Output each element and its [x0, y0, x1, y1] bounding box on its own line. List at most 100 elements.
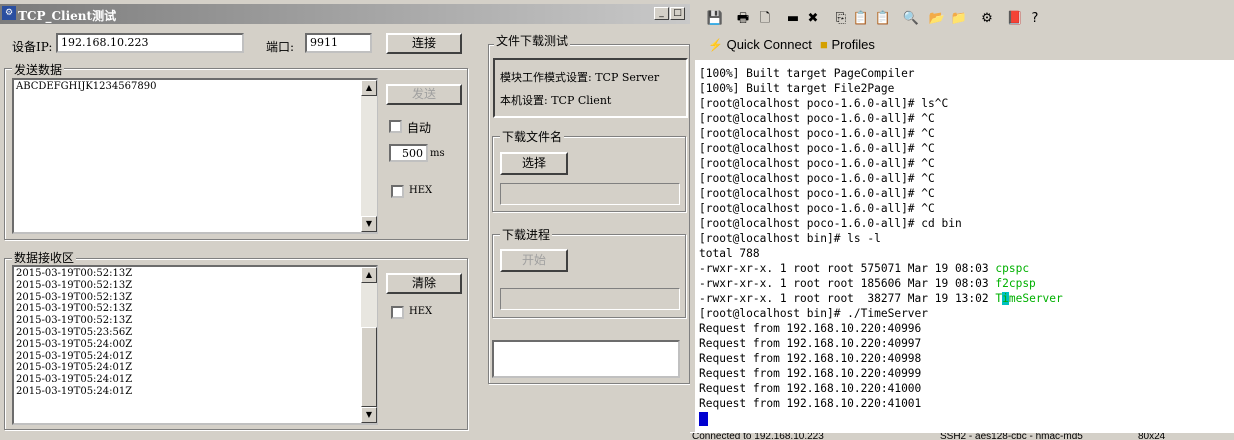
select-file-button[interactable]: 选择 — [500, 152, 568, 175]
send-data-text: ABCDEFGHIJK1234567890 — [16, 81, 157, 92]
receive-hex-label: HEX — [409, 306, 433, 317]
title-bar[interactable]: ⚙ TCP_Client测试 _ □ — [0, 4, 690, 24]
terminal-line: [root@localhost poco-1.6.0-all]# cd bin — [699, 217, 962, 230]
ls-row-filename: cpspc — [995, 262, 1030, 275]
toolbar: 💾 🖶 🗋 ▬ ✖ ⎘ 📋 📋 🔍 📂 📁 ⚙ 📕 ? — [698, 6, 1234, 32]
port-label: 端口: — [266, 40, 295, 54]
ls-row-attributes: -rwxr-xr-x. 1 root root 575071 Mar 19 08… — [699, 262, 996, 275]
save-icon[interactable]: 💾 — [706, 10, 724, 28]
terminal-line: [root@localhost poco-1.6.0-all]# ^C — [699, 172, 935, 185]
ls-row-filename: f2cpsp — [995, 277, 1036, 290]
receive-group-title: 数据接收区 — [12, 249, 77, 266]
terminal-line: [root@localhost poco-1.6.0-all]# ^C — [699, 142, 935, 155]
quick-connect-bar: ⚡ Quick Connect ■ Profiles — [698, 34, 1234, 58]
minimize-button[interactable]: _ — [654, 7, 669, 20]
terminal-line: total 788 — [699, 247, 760, 260]
send-hex-label: HEX — [409, 185, 433, 196]
settings-box — [493, 58, 688, 118]
maximize-button[interactable]: □ — [670, 7, 685, 20]
status-box — [492, 340, 680, 378]
terminal-line: [root@localhost poco-1.6.0-all]# ^C — [699, 187, 935, 200]
device-ip-label: 设备IP: — [12, 40, 53, 54]
terminal-line: [root@localhost poco-1.6.0-all]# ^C — [699, 157, 935, 170]
send-group-title: 发送数据 — [12, 61, 65, 78]
keymap-icon[interactable]: 📕 — [1006, 10, 1024, 28]
reconnect-icon[interactable]: ✖ — [804, 10, 822, 28]
terminal-cursor — [699, 412, 708, 426]
securecrt-window: 💾 🖶 🗋 ▬ ✖ ⎘ 📋 📋 🔍 📂 📁 ⚙ 📕 ? ⚡ Quick Conn… — [690, 0, 1234, 440]
terminal-options-icon[interactable]: 📁 — [950, 10, 968, 28]
scroll-thumb[interactable] — [361, 327, 377, 407]
terminal-line: [100%] Built target PageCompiler — [699, 67, 915, 80]
find-icon[interactable]: 🔍 — [902, 10, 920, 28]
terminal-line: [root@localhost bin]# ./TimeServer — [699, 307, 929, 320]
receive-line: 2015-03-19T05:24:01Z — [16, 362, 133, 374]
ls-row-attributes: -rwxr-xr-x. 1 root root 185606 Mar 19 08… — [699, 277, 996, 290]
terminal-line: [root@localhost poco-1.6.0-all]# ^C — [699, 202, 935, 215]
auto-label: 自动 — [407, 121, 432, 135]
terminal-line: [root@localhost poco-1.6.0-all]# ^C — [699, 127, 935, 140]
terminal-ls-row: -rwxr-xr-x. 1 root root 575071 Mar 19 08… — [699, 261, 1234, 276]
device-ip-input[interactable]: 192.168.10.223 — [56, 33, 244, 53]
print-preview-icon[interactable]: 🗋 — [756, 10, 774, 28]
terminal-line: Request from 192.168.10.220:40999 — [699, 367, 922, 380]
port-input[interactable]: 9911 — [305, 33, 372, 53]
progress-group-title: 下载进程 — [500, 226, 553, 243]
terminal-line: Request from 192.168.10.220:41000 — [699, 382, 922, 395]
profiles-button[interactable]: ■ Profiles — [820, 37, 875, 52]
receive-line: 2015-03-19T05:24:01Z — [16, 385, 133, 397]
terminal-output[interactable]: [100%] Built target PageCompiler [100%] B… — [695, 60, 1234, 432]
receive-line: 2015-03-19T00:52:13Z — [16, 279, 133, 291]
file-download-title: 文件下载测试 — [494, 32, 571, 49]
local-setting-text: 本机设置: TCP Client — [500, 94, 612, 107]
copy-paste-icon[interactable]: 📋 — [874, 10, 892, 28]
mode-setting-text: 模块工作模式设置: TCP Server — [500, 71, 660, 84]
disconnect-icon[interactable]: ▬ — [784, 10, 802, 28]
terminal-line: [root@localhost bin]# ls -l — [699, 232, 881, 245]
help-icon[interactable]: ? — [1026, 10, 1044, 28]
paste-icon[interactable]: 📋 — [852, 10, 870, 28]
send-scrollbar[interactable]: ▲ ▼ — [361, 80, 377, 232]
auto-checkbox[interactable] — [389, 120, 402, 133]
terminal-line: [root@localhost poco-1.6.0-all]# ^C — [699, 112, 935, 125]
connect-button[interactable]: 连接 — [386, 33, 462, 54]
quick-connect-button[interactable]: ⚡ Quick Connect — [708, 37, 812, 52]
terminal-line: Request from 192.168.10.220:41001 — [699, 397, 922, 410]
download-progress-bar — [500, 288, 680, 310]
receive-line: 2015-03-19T05:24:01Z — [16, 374, 133, 386]
copy-icon[interactable]: ⎘ — [832, 10, 850, 28]
print-icon[interactable]: 🖶 — [734, 10, 752, 28]
status-size: 80x24 — [1138, 432, 1166, 440]
receive-line: 2015-03-19T05:24:00Z — [16, 338, 133, 350]
ls-row-attributes: -rwxr-xr-x. 1 root root 38277 Mar 19 13:… — [699, 292, 996, 305]
interval-input[interactable]: 500 — [389, 144, 428, 162]
folder-icon: ■ — [820, 37, 828, 52]
receive-line: 2015-03-19T00:52:13Z — [16, 291, 133, 303]
terminal-ls-row: -rwxr-xr-x. 1 root root 38277 Mar 19 13:… — [699, 291, 1234, 306]
send-hex-checkbox[interactable] — [391, 185, 404, 198]
scroll-up-icon[interactable]: ▲ — [361, 80, 377, 96]
profiles-label: Profiles — [831, 37, 875, 52]
start-download-button[interactable]: 开始 — [500, 249, 568, 272]
receive-scrollbar[interactable]: ▲ ▼ — [361, 267, 377, 423]
send-data-textarea[interactable]: ABCDEFGHIJK1234567890 — [12, 78, 378, 234]
settings-icon[interactable]: ⚙ — [978, 10, 996, 28]
terminal-line: Request from 192.168.10.220:40997 — [699, 337, 922, 350]
receive-line: 2015-03-19T00:52:13Z — [16, 315, 133, 327]
send-button[interactable]: 发送 — [386, 84, 462, 105]
sftp-icon[interactable]: 📂 — [928, 10, 946, 28]
quick-connect-icon: ⚡ — [708, 38, 723, 52]
tcp-client-window: ⚙ TCP_Client测试 _ □ 设备IP: 192.168.10.223 … — [0, 0, 690, 440]
receive-data-textarea[interactable]: 2015-03-19T00:52:13Z 2015-03-19T00:52:13Z… — [12, 265, 378, 425]
receive-line: 2015-03-19T05:23:56Z — [16, 326, 133, 338]
receive-line: 2015-03-19T05:24:01Z — [16, 350, 133, 362]
clear-button[interactable]: 清除 — [386, 273, 462, 294]
receive-hex-checkbox[interactable] — [391, 306, 404, 319]
scroll-down-icon[interactable]: ▼ — [361, 216, 377, 232]
scroll-up-icon[interactable]: ▲ — [361, 267, 377, 283]
scroll-down-icon[interactable]: ▼ — [361, 407, 377, 423]
receive-line: 2015-03-19T00:52:13Z — [16, 268, 133, 279]
terminal-line: Request from 192.168.10.220:40996 — [699, 322, 922, 335]
window-title: TCP_Client测试 — [18, 9, 117, 23]
status-connected: Connected to 192.168.10.223 — [692, 432, 824, 440]
